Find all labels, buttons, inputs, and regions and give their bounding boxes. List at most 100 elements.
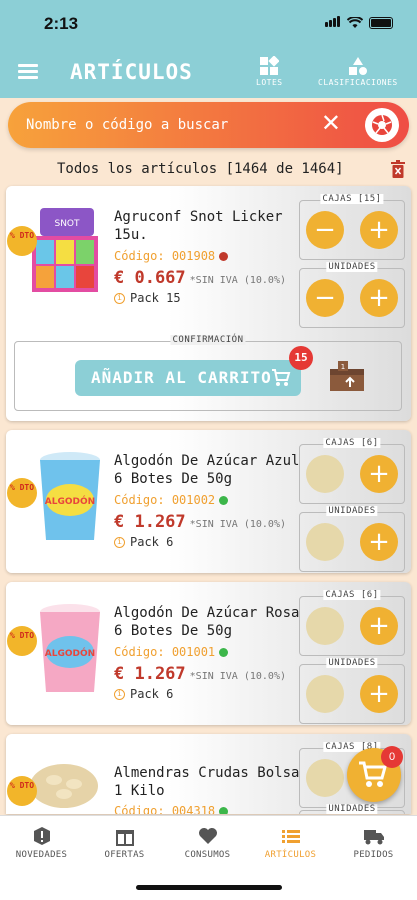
search-input[interactable] (26, 113, 306, 137)
info-icon: i (114, 537, 125, 548)
boxes-label: CAJAS [15] (320, 194, 384, 204)
clasificaciones-button[interactable]: CLASIFICACIONES (318, 56, 398, 87)
product-code: Código: 001908 (114, 249, 229, 263)
boxes-quantity-control: CAJAS [15] − + (299, 194, 405, 260)
units-plus-button[interactable]: + (360, 279, 398, 317)
svg-text:ALGODÓN: ALGODÓN (45, 495, 95, 507)
svg-text:1: 1 (341, 363, 345, 371)
product-pack: i Pack 6 (114, 687, 173, 701)
boxes-minus-button[interactable] (306, 455, 344, 493)
units-quantity-control: UNIDADES (299, 804, 405, 814)
tab-label: NOVEDADES (15, 850, 68, 860)
tab-label: ARTÍCULOS (264, 850, 317, 860)
camera-scan-button[interactable] (365, 108, 399, 142)
product-name: Algodón De Azúcar Azul 6 Botes De 50g (114, 453, 300, 487)
svg-text:ALGODÓN: ALGODÓN (45, 647, 95, 659)
product-price: € 1.267 *SIN IVA (10.0%) (114, 664, 286, 684)
status-bar: 2:13 (0, 0, 417, 48)
discount-badge: % DTO (7, 776, 37, 806)
cart-count-badge: 0 (381, 746, 403, 768)
confirmation-panel: CONFIRMACIÓN AÑADIR AL CARRITO 15 1 (14, 335, 402, 411)
product-name: Algodón De Azúcar Rosa 6 Botes De 50g (114, 605, 300, 639)
lotes-label: LOTES (256, 78, 283, 87)
product-price: € 0.667 *SIN IVA (10.0%) (114, 268, 286, 288)
boxes-plus-button[interactable]: + (360, 211, 398, 249)
stock-indicator (219, 496, 229, 505)
units-minus-button[interactable] (306, 675, 344, 713)
boxes-minus-button[interactable] (306, 759, 344, 797)
home-indicator (136, 885, 282, 890)
units-plus-button[interactable]: + (360, 523, 398, 561)
stock-indicator (219, 648, 229, 657)
discount-badge: % DTO (7, 226, 37, 256)
tab-label: CONSUMOS (184, 850, 231, 860)
trash-icon[interactable] (391, 160, 405, 183)
boxes-quantity-control: CAJAS [6] + (299, 590, 405, 656)
signal-icon (325, 14, 341, 32)
units-minus-button[interactable] (306, 523, 344, 561)
discount-badge: % DTO (7, 626, 37, 656)
product-code: Código: 001001 (114, 645, 229, 659)
boxes-minus-button[interactable]: − (306, 211, 344, 249)
tab-novedades[interactable]: NOVEDADES (0, 826, 83, 860)
product-card[interactable]: ALGODÓN % DTO Algodón De Azúcar Rosa 6 B… (6, 582, 411, 725)
tab-consumos[interactable]: CONSUMOS (166, 826, 249, 860)
tab-ofertas[interactable]: OFERTAS (83, 826, 166, 860)
grid-icon (260, 56, 280, 75)
bottom-tab-bar: NOVEDADES OFERTAS CONSUMOS ARTÍCULOS PED… (0, 815, 417, 900)
cart-icon (272, 369, 291, 386)
status-time: 2:13 (44, 14, 79, 33)
stock-indicator (219, 807, 229, 814)
product-card[interactable]: ALGODÓN % DTO Algodón De Azúcar Azul 6 B… (6, 430, 411, 573)
product-card[interactable]: SNOT % DTO Agruconf Snot Licker 15u. Cód… (6, 186, 411, 421)
boxes-plus-button[interactable]: + (360, 455, 398, 493)
clear-search-icon[interactable]: ✕ (321, 111, 341, 137)
product-code-value: 001002 (171, 493, 216, 507)
cart-icon (359, 761, 387, 787)
box-upload-icon[interactable]: 1 (328, 359, 366, 398)
boxes-plus-button[interactable]: + (360, 607, 398, 645)
product-code-value: 001908 (171, 249, 216, 263)
add-to-cart-button[interactable]: AÑADIR AL CARRITO 15 (75, 346, 313, 396)
info-icon: i (114, 689, 125, 700)
svg-text:SNOT: SNOT (54, 219, 80, 229)
units-minus-button[interactable]: − (306, 279, 344, 317)
product-price: € 1.267 *SIN IVA (10.0%) (114, 512, 286, 532)
wifi-icon (347, 17, 363, 28)
app-header: ARTÍCULOS LOTES CLASIFICACIONES (0, 48, 417, 98)
results-count-text: Todos los artículos [1464 de 1464] (57, 161, 344, 177)
battery-icon (369, 17, 393, 29)
tab-articulos[interactable]: ARTÍCULOS (249, 826, 332, 860)
product-name: Almendras Crudas Bolsa 1 Kilo (114, 765, 300, 799)
vat-note: *SIN IVA (10.0%) (189, 275, 286, 286)
results-summary: Todos los artículos [1464 de 1464] (0, 158, 417, 182)
lotes-button[interactable]: LOTES (256, 56, 283, 87)
product-pack: i Pack 6 (114, 535, 173, 549)
product-code-value: 001001 (171, 645, 216, 659)
units-quantity-control: UNIDADES + (299, 506, 405, 572)
stock-indicator (219, 252, 229, 261)
status-icons (325, 14, 393, 32)
boxes-minus-button[interactable] (306, 607, 344, 645)
add-to-cart-label: AÑADIR AL CARRITO (91, 368, 272, 387)
boxes-quantity-control: CAJAS [6] + (299, 438, 405, 504)
list-icon (281, 830, 300, 843)
product-code-value: 004318 (171, 804, 216, 814)
units-plus-button[interactable]: + (360, 675, 398, 713)
info-icon: i (114, 293, 125, 304)
product-pack: i Pack 15 (114, 291, 181, 305)
discount-badge: % DTO (7, 478, 37, 508)
cart-fab-button[interactable]: 0 (347, 746, 403, 802)
units-label: UNIDADES (326, 804, 378, 814)
tab-pedidos[interactable]: PEDIDOS (332, 826, 415, 860)
product-code: Código: 004318 (114, 804, 229, 814)
alert-icon (33, 827, 50, 845)
units-quantity-control: UNIDADES + (299, 658, 405, 724)
search-bar: ✕ (8, 102, 409, 148)
cart-quantity-badge: 15 (289, 346, 313, 370)
boxes-label: CAJAS [6] (323, 590, 381, 600)
menu-icon[interactable] (18, 64, 38, 80)
tab-label: PEDIDOS (353, 850, 394, 860)
units-label: UNIDADES (326, 506, 378, 516)
shapes-icon (348, 57, 367, 75)
